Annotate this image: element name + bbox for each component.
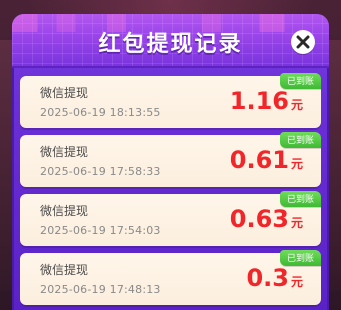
modal-title: 红包提现记录 [98,32,243,57]
record-amount: 0.3 元 [246,265,303,291]
record-amount: 0.63 元 [230,206,303,232]
withdrawal-records-modal: 红包提现记录 已到账 微信提现 2025-06-19 18:13:55 1.16… [12,14,329,310]
amount-unit: 元 [290,216,303,230]
record-type: 微信提现 [40,86,89,100]
amount-unit: 元 [290,157,303,171]
amount-unit: 元 [290,275,303,289]
app-screen: 红包提现记录 已到账 微信提现 2025-06-19 18:13:55 1.16… [0,0,341,310]
record-time: 2025-06-19 17:58:33 [40,165,161,178]
records-list[interactable]: 已到账 微信提现 2025-06-19 18:13:55 1.16 元 已到账 … [20,73,321,310]
record-item: 已到账 微信提现 2025-06-19 18:13:55 1.16 元 [20,73,321,128]
record-time: 2025-06-19 17:48:13 [40,283,161,296]
close-icon [296,35,310,49]
record-type: 微信提现 [40,204,89,218]
record-time: 2025-06-19 18:13:55 [40,106,161,119]
amount-unit: 元 [290,98,303,112]
amount-value: 1.16 [229,87,289,115]
record-time: 2025-06-19 17:54:03 [40,224,161,237]
record-amount: 0.61 元 [230,147,303,173]
record-type: 微信提现 [40,263,89,277]
record-type: 微信提现 [40,145,89,159]
amount-value: 0.3 [246,264,289,292]
record-item: 已到账 微信提现 2025-06-19 17:58:33 0.61 元 [20,132,321,187]
modal-header: 红包提现记录 [12,14,329,68]
amount-value: 0.61 [229,146,289,174]
record-item: 已到账 微信提现 2025-06-19 17:48:13 0.3 元 [20,250,321,305]
record-amount: 1.16 元 [230,88,303,114]
record-item: 已到账 微信提现 2025-06-19 17:54:03 0.63 元 [20,191,321,246]
amount-value: 0.63 [229,205,289,233]
close-button[interactable] [291,30,315,54]
